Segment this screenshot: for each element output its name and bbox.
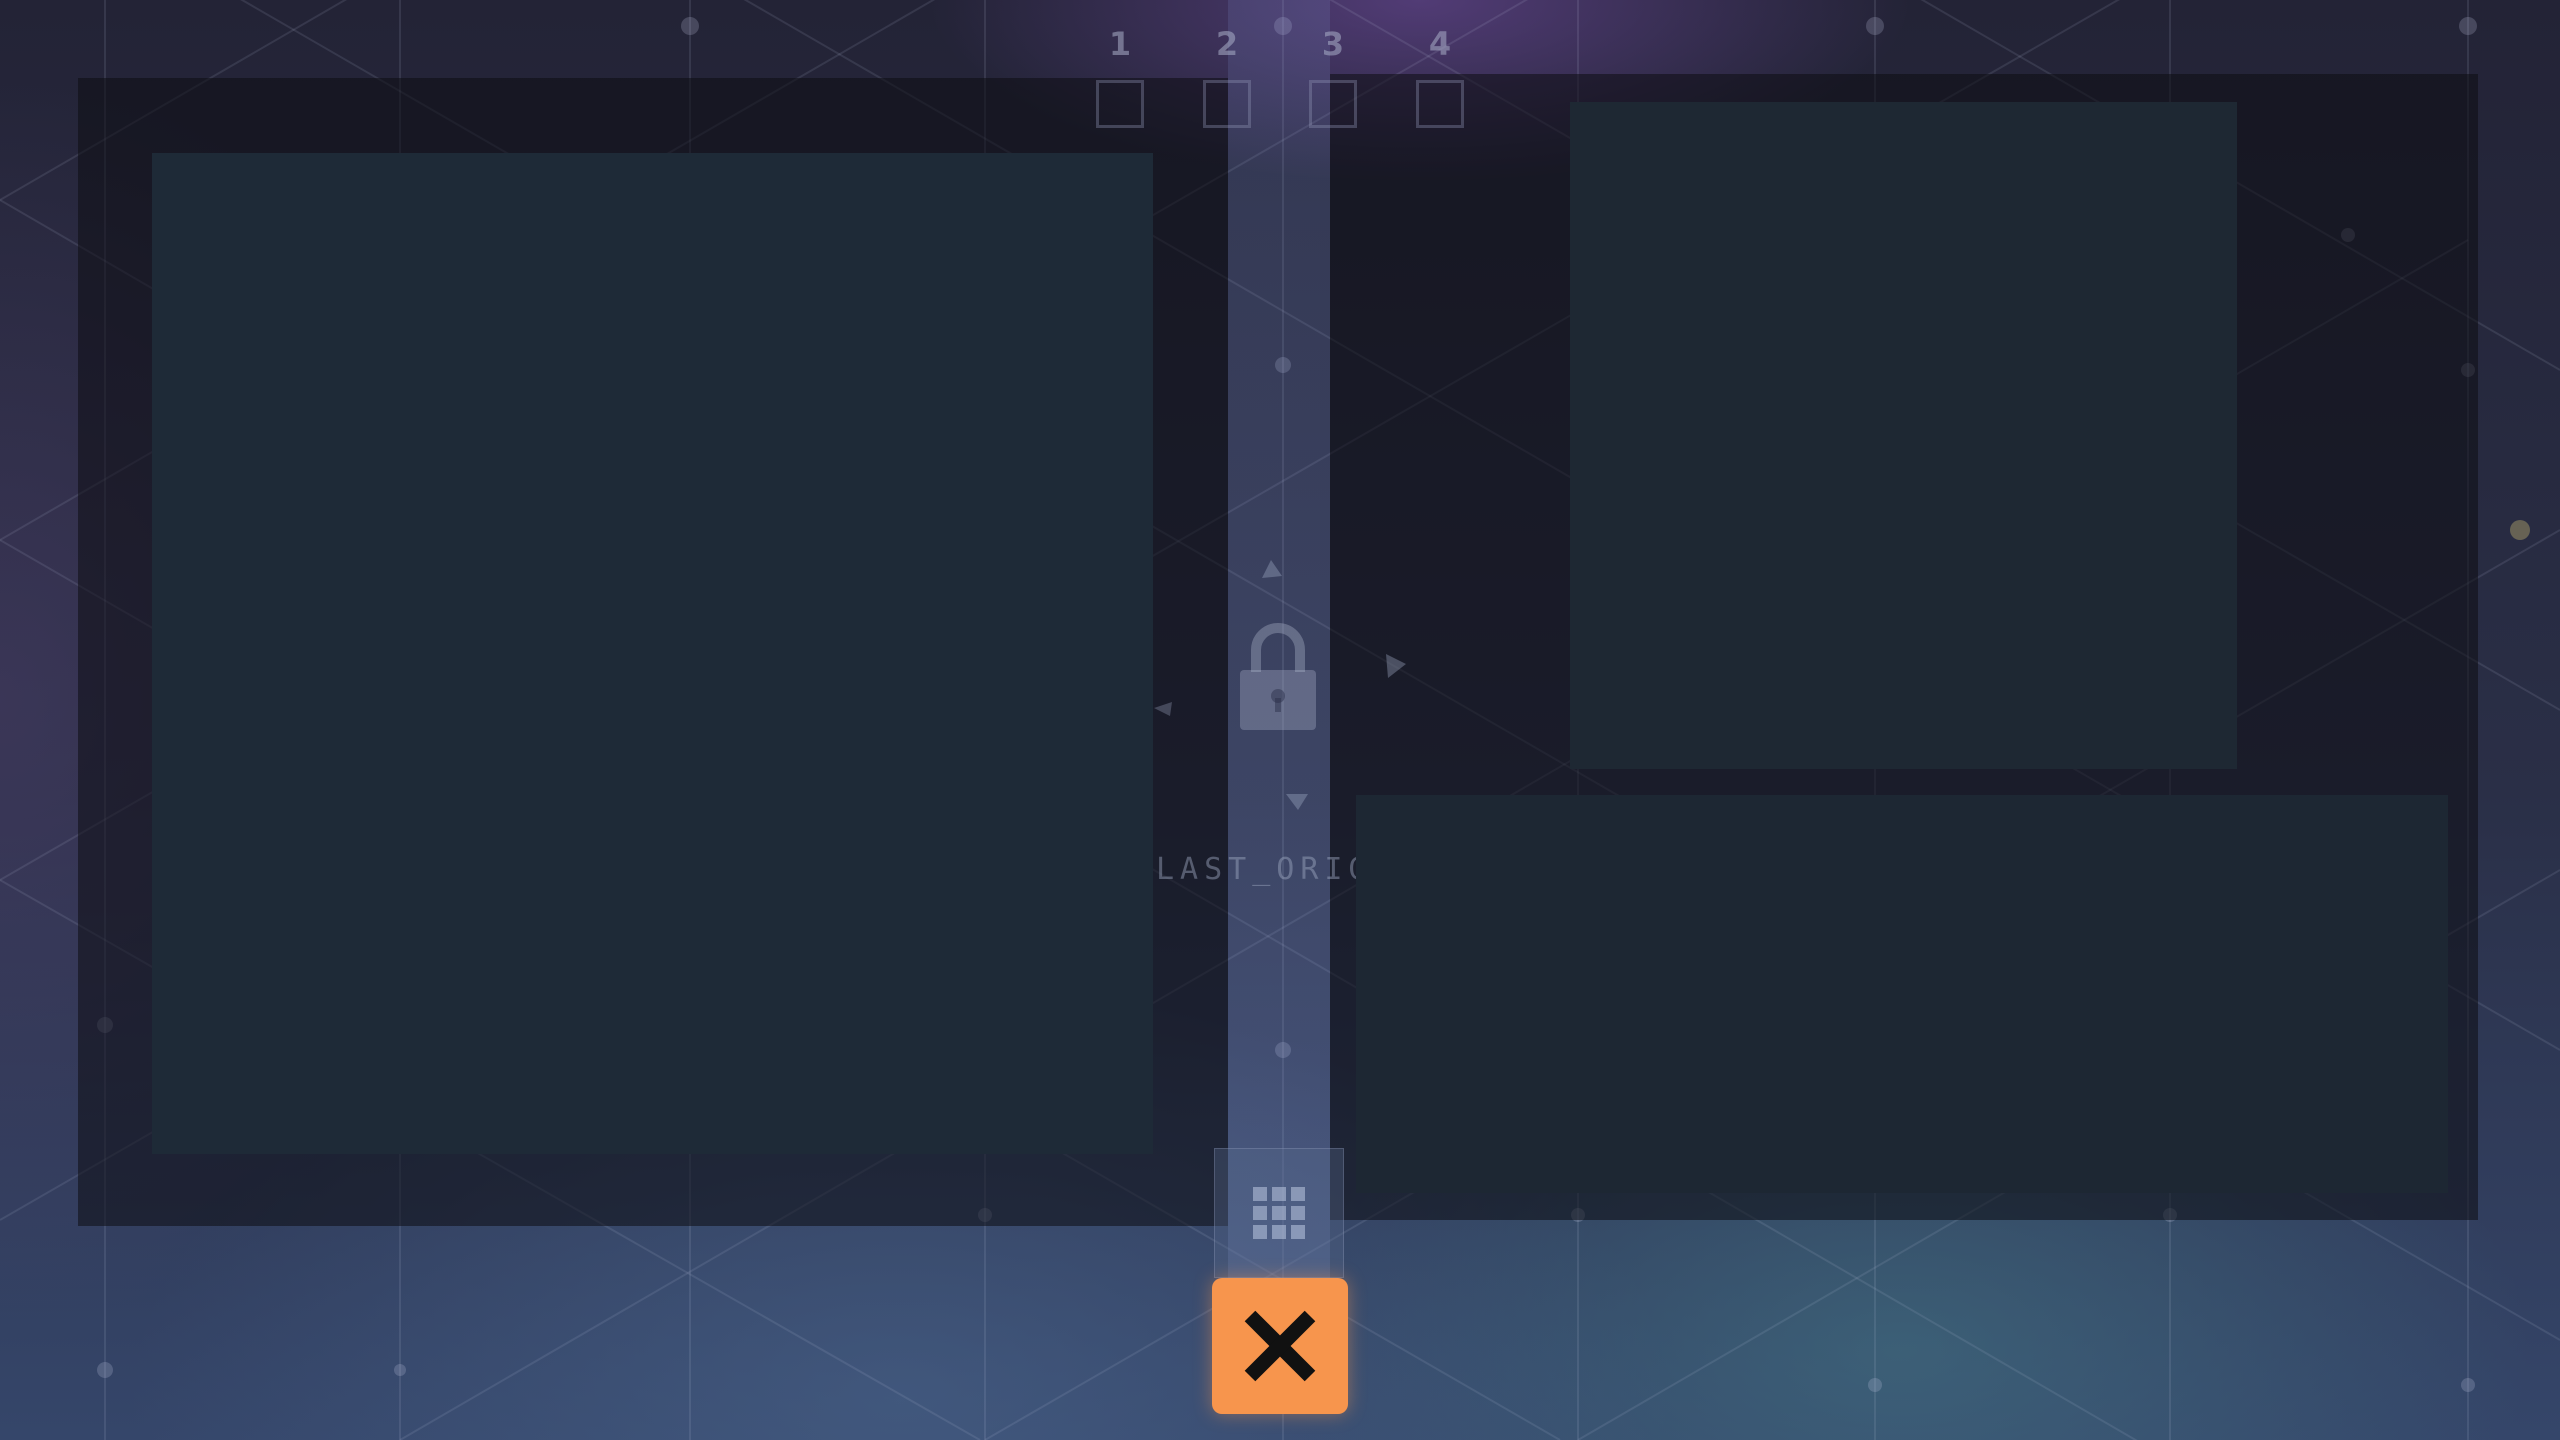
workspace-indicator (1096, 80, 1144, 128)
arrow-left-icon (1154, 702, 1172, 716)
window-bottom-right[interactable] (1356, 795, 2448, 1193)
workspace-indicator (1203, 80, 1251, 128)
workspace-indicator (1416, 80, 1464, 128)
workspace-number: 3 (1321, 25, 1345, 63)
close-icon (1244, 1310, 1316, 1382)
grid-icon (1253, 1187, 1305, 1239)
workspace-number: 4 (1428, 25, 1452, 63)
arrow-up-icon (1262, 560, 1282, 578)
close-button[interactable] (1212, 1278, 1348, 1414)
workspace-switcher: 1 2 3 4 (1090, 22, 1490, 142)
arrow-down-icon (1286, 794, 1308, 810)
window-top-right[interactable] (1570, 102, 2237, 769)
workspace-indicator (1309, 80, 1357, 128)
workspace-3[interactable]: 3 (1303, 22, 1363, 128)
workspace-1[interactable]: 1 (1090, 22, 1150, 128)
lock-icon (1240, 623, 1316, 730)
arrow-right-icon (1386, 654, 1406, 678)
workspace-2[interactable]: 2 (1197, 22, 1257, 128)
workspace-number: 2 (1215, 25, 1239, 63)
window-left[interactable] (152, 153, 1153, 1154)
app-grid-button[interactable] (1214, 1148, 1344, 1278)
desktop-background: 1 2 3 4 LAST_ORIG (0, 0, 2560, 1440)
last-orig-label: LAST_ORIG (1156, 852, 1373, 887)
workspace-4[interactable]: 4 (1410, 22, 1470, 128)
workspace-number: 1 (1108, 25, 1132, 63)
